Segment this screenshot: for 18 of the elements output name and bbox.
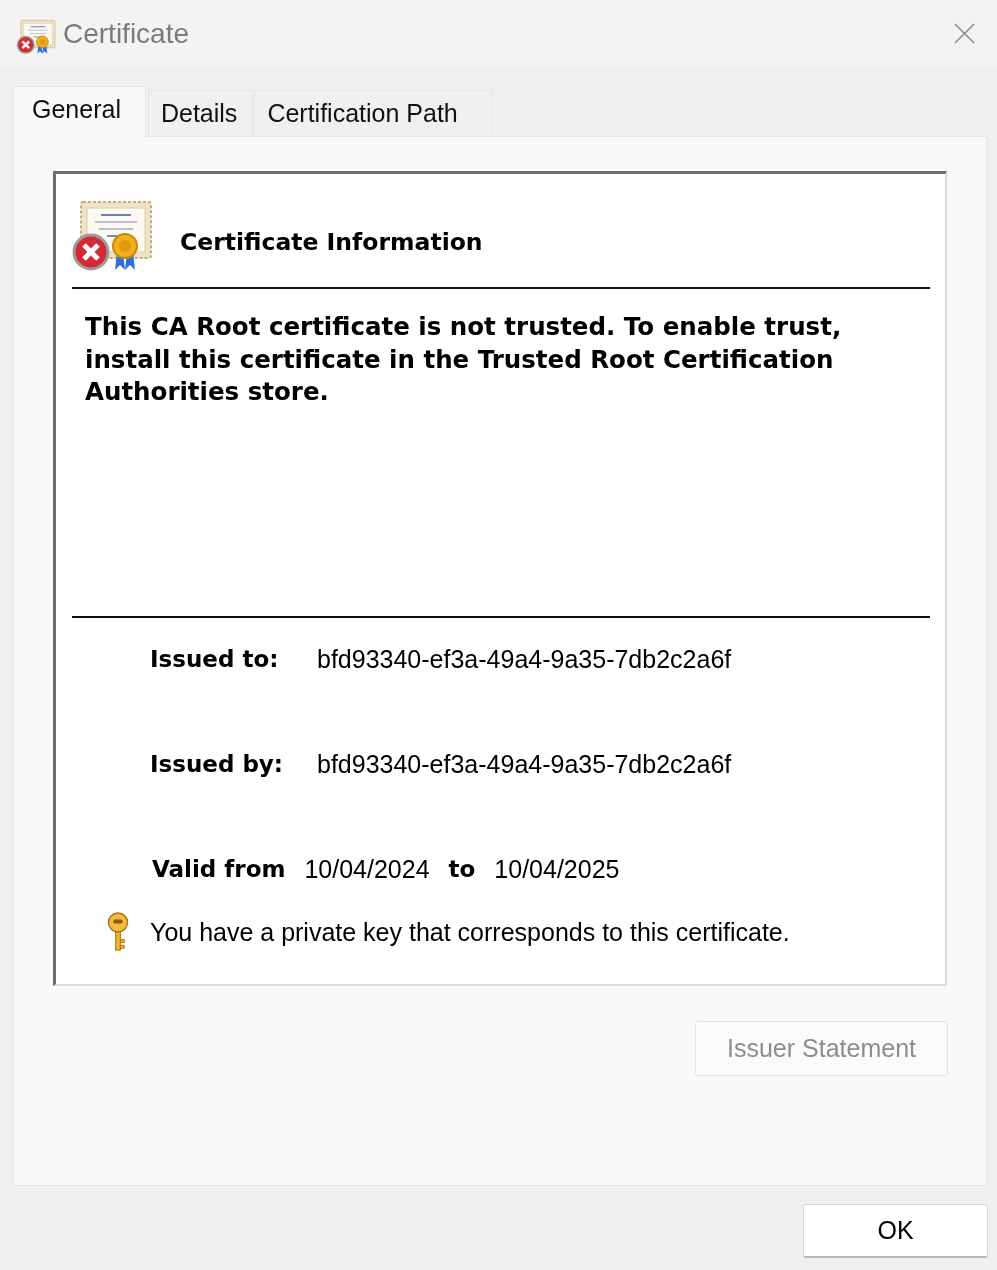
valid-to-label: to [448,856,476,882]
issued-by-value: bfd93340-ef3a-49a4-9a35-7db2c2a6f [317,749,732,779]
issued-by-label: Issued by: [150,751,285,777]
private-key-note: You have a private key that corresponds to this certificate. [150,917,790,947]
valid-to-date: 10/04/2025 [494,854,620,884]
valid-from-label: Valid from [152,856,286,882]
tab[interactable]: General [13,86,146,137]
trust-message: This CA Root certificate is not trusted. To enable trust, install this certificate in the Trusted Root Certification Authorities store. [85,311,843,408]
ok-button[interactable]: OK [803,1204,988,1258]
key-icon [105,912,131,952]
close-icon [953,23,975,44]
issued-to-value: bfd93340-ef3a-49a4-9a35-7db2c2a6f [317,644,732,674]
tab[interactable]: Certification Path [254,90,492,136]
valid-from-date: 10/04/2024 [304,854,430,884]
window-title: Certificate [63,17,190,50]
heading: Certificate Information [180,228,483,256]
tab[interactable]: Details [147,90,254,136]
issued-to-label: Issued to: [150,646,280,672]
